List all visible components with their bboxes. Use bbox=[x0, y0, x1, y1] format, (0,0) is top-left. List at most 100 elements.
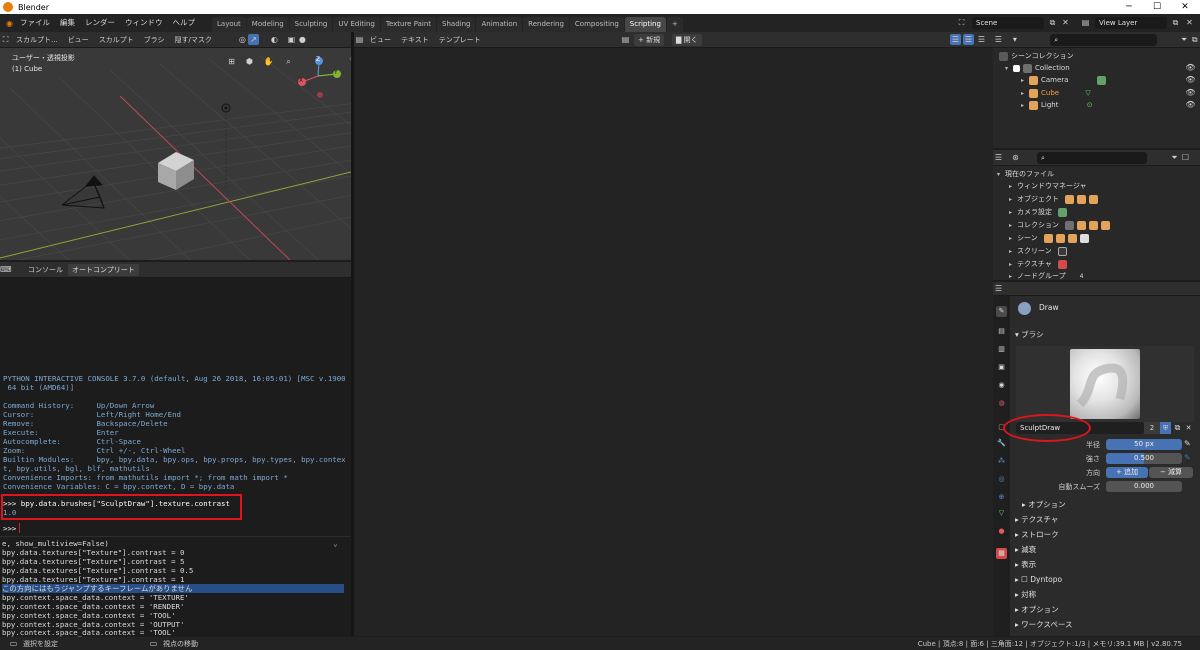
panel-display-header[interactable]: ▸ 表示 bbox=[1015, 558, 1036, 571]
view-layer-selector[interactable]: View Layer bbox=[1095, 17, 1167, 29]
tab-particles-icon[interactable]: ⁂ bbox=[996, 456, 1007, 467]
delete-scene-icon[interactable]: ✕ bbox=[1060, 17, 1071, 28]
direction-subtract-button[interactable]: − 減算 bbox=[1149, 467, 1193, 478]
cube-object[interactable] bbox=[158, 152, 194, 190]
overlay-toggle-icon[interactable]: ◐ bbox=[269, 34, 280, 45]
outliner-item-light[interactable]: ▸ Light ⊙ bbox=[1021, 99, 1093, 111]
visibility-eye-icon[interactable]: 👁 bbox=[1185, 87, 1196, 98]
unlink-brush-icon[interactable]: ✕ bbox=[1183, 422, 1194, 434]
text-editor-area[interactable] bbox=[354, 48, 993, 636]
sidebar-toggle-icon[interactable]: ‹ bbox=[349, 55, 352, 63]
brush-texture-preview[interactable] bbox=[1070, 349, 1140, 419]
outliner-display-mode-icon[interactable]: ▾ bbox=[1010, 34, 1021, 45]
brush-preview-area[interactable] bbox=[1016, 346, 1194, 422]
close-window-button[interactable]: ✕ bbox=[1172, 0, 1198, 14]
file-item-objects[interactable]: ▸ オブジェクト bbox=[1009, 193, 1101, 205]
open-text-button[interactable]: ▇ 開く bbox=[672, 34, 702, 46]
tab-scene-icon[interactable]: ◉ bbox=[996, 380, 1007, 391]
panel-falloff-header[interactable]: ▸ 減衰 bbox=[1015, 543, 1036, 556]
file-view[interactable]: ▾ 現在のファイル ▸ ウィンドウマネージャ ▸ オブジェクト ▸ カメラ設定 ▸ コレク… bbox=[993, 166, 1200, 280]
new-text-button[interactable]: + 新規 bbox=[634, 34, 665, 46]
tab-tool-icon[interactable]: ✎ bbox=[996, 306, 1007, 317]
tab-constraints-icon[interactable]: ⊕ bbox=[996, 492, 1007, 503]
tab-compositing[interactable]: Compositing bbox=[569, 17, 624, 32]
outliner-filter-icon[interactable]: ⏷ bbox=[1179, 34, 1190, 45]
visibility-eye-icon[interactable]: 👁 bbox=[1185, 74, 1196, 85]
brush-users-count[interactable]: 2 bbox=[1144, 422, 1160, 434]
panel-options-header[interactable]: ▸ オプション bbox=[1015, 603, 1059, 616]
menu-help[interactable]: ヘルプ bbox=[168, 14, 201, 32]
file-item-cameras[interactable]: ▸ カメラ設定 bbox=[1009, 206, 1070, 218]
tab-world-icon[interactable]: ◍ bbox=[996, 398, 1007, 409]
file-item-screens[interactable]: ▸ スクリーン bbox=[1009, 245, 1070, 257]
blender-menu-icon[interactable]: ◉ bbox=[4, 18, 15, 29]
console-menu-console[interactable]: コンソール bbox=[23, 265, 68, 275]
mesh-data-icon[interactable]: ▽ bbox=[1085, 89, 1090, 97]
fake-user-icon[interactable]: ⛨ bbox=[1160, 422, 1171, 434]
outliner-item-cube[interactable]: ▸ Cube ▽ bbox=[1021, 87, 1091, 99]
camera-data-icon[interactable] bbox=[1096, 75, 1106, 85]
info-collapse-icon[interactable]: ⌄ bbox=[333, 539, 338, 548]
view-object-types-icon[interactable]: ◎ bbox=[237, 34, 248, 45]
line-numbers-icon[interactable]: ☰ bbox=[950, 34, 961, 45]
current-file-root[interactable]: ▾ 現在のファイル bbox=[997, 168, 1054, 180]
viewport-menu-hide-mask[interactable]: 隠す/マスク bbox=[170, 35, 217, 45]
file-item-collections[interactable]: ▸ コレクション bbox=[1009, 219, 1113, 231]
tab-physics-icon[interactable]: ◎ bbox=[996, 474, 1007, 485]
properties-editor-type-icon[interactable]: ☰ bbox=[993, 283, 1004, 294]
menu-edit[interactable]: 編集 bbox=[55, 14, 80, 32]
info-log[interactable]: e, show_multiview=False) bpy.data.textur… bbox=[0, 536, 351, 637]
outliner-editor-type-icon[interactable]: ☰ bbox=[993, 34, 1004, 45]
menu-window[interactable]: ウィンドウ bbox=[120, 14, 168, 32]
radius-field[interactable]: 50 px bbox=[1106, 439, 1182, 450]
text-menu-templates[interactable]: テンプレート bbox=[434, 35, 486, 45]
tab-output-icon[interactable]: ▥ bbox=[996, 344, 1007, 355]
tab-layout[interactable]: Layout bbox=[212, 17, 246, 32]
expand-arrow-icon[interactable]: ▸ bbox=[1009, 207, 1017, 219]
syntax-highlight-icon[interactable]: ☰ bbox=[976, 34, 987, 45]
menu-render[interactable]: レンダー bbox=[80, 14, 120, 32]
toggle-camera-icon[interactable]: ⬢ bbox=[244, 56, 255, 67]
file-item-scenes[interactable]: ▸ シーン bbox=[1009, 232, 1092, 244]
panel-stroke-header[interactable]: ▸ ストローク bbox=[1015, 528, 1059, 541]
file-item-node-groups[interactable]: ▸ ノードグループ 4 bbox=[1009, 270, 1083, 282]
expand-arrow-icon[interactable]: ▸ bbox=[1009, 194, 1017, 206]
direction-add-button[interactable]: + 追加 bbox=[1106, 467, 1148, 478]
tab-sculpting[interactable]: Sculpting bbox=[289, 17, 333, 32]
file-item-textures[interactable]: ▸ テクスチャ bbox=[1009, 258, 1070, 270]
text-browse-icon[interactable]: ▤ bbox=[620, 34, 631, 45]
visibility-eye-icon[interactable]: 👁 bbox=[1185, 99, 1196, 110]
panel-workspace-header[interactable]: ▸ ワークスペース bbox=[1015, 618, 1073, 631]
3d-viewport[interactable]: ユーザー・透視投影 (1) Cube Z Y X ⊞ ⬢ ✋ ⌕ bbox=[0, 48, 351, 260]
file-view-editor-type-icon[interactable]: ☰ bbox=[993, 152, 1004, 163]
viewport-menu-view[interactable]: ビュー bbox=[63, 35, 94, 45]
navigation-gizmo[interactable] bbox=[298, 57, 341, 98]
viewport-menu-sculpt[interactable]: スカルプト bbox=[94, 35, 139, 45]
new-scene-icon[interactable]: ⧉ bbox=[1047, 17, 1058, 28]
strength-slider[interactable]: 0.500 bbox=[1106, 453, 1182, 464]
console-editor-type-icon[interactable]: ⌨ bbox=[0, 264, 12, 275]
file-view-display-mode-icon[interactable]: ⊛ bbox=[1010, 152, 1021, 163]
python-console[interactable]: PYTHON INTERACTIVE CONSOLE 3.7.0 (defaul… bbox=[0, 278, 351, 535]
console-menu-autocomplete[interactable]: オートコンプリート bbox=[68, 263, 139, 276]
word-wrap-icon[interactable]: ☰ bbox=[963, 34, 974, 45]
light-object[interactable] bbox=[221, 103, 231, 188]
camera-view-icon[interactable]: ⊞ bbox=[226, 56, 237, 67]
sculpt-mode-dropdown[interactable]: スカルプト... bbox=[11, 35, 63, 45]
tab-data-icon[interactable]: ▽ bbox=[996, 508, 1007, 519]
pressure-radius-icon[interactable]: ✎ bbox=[1184, 439, 1191, 448]
outliner-scene-collection[interactable]: シーンコレクション bbox=[999, 50, 1074, 62]
light-data-icon[interactable]: ⊙ bbox=[1087, 101, 1093, 109]
expand-arrow-icon[interactable]: ▸ bbox=[1009, 246, 1017, 258]
tab-shading[interactable]: Shading bbox=[437, 17, 476, 32]
scene-selector[interactable]: Scene bbox=[972, 17, 1044, 29]
include-checkbox[interactable] bbox=[1013, 64, 1020, 72]
panel-texture-header[interactable]: ▸ テクスチャ bbox=[1015, 513, 1058, 526]
expand-arrow-icon[interactable]: ▸ bbox=[1021, 100, 1029, 112]
tab-texture-paint[interactable]: Texture Paint bbox=[380, 17, 437, 32]
camera-object[interactable] bbox=[61, 175, 105, 209]
tab-uv-editing[interactable]: UV Editing bbox=[333, 17, 380, 32]
file-view-filter-icon[interactable]: ⏷ bbox=[1169, 152, 1180, 163]
expand-arrow-icon[interactable]: ▾ bbox=[1005, 63, 1013, 75]
file-item-window-manager[interactable]: ▸ ウィンドウマネージャ bbox=[1009, 180, 1087, 192]
